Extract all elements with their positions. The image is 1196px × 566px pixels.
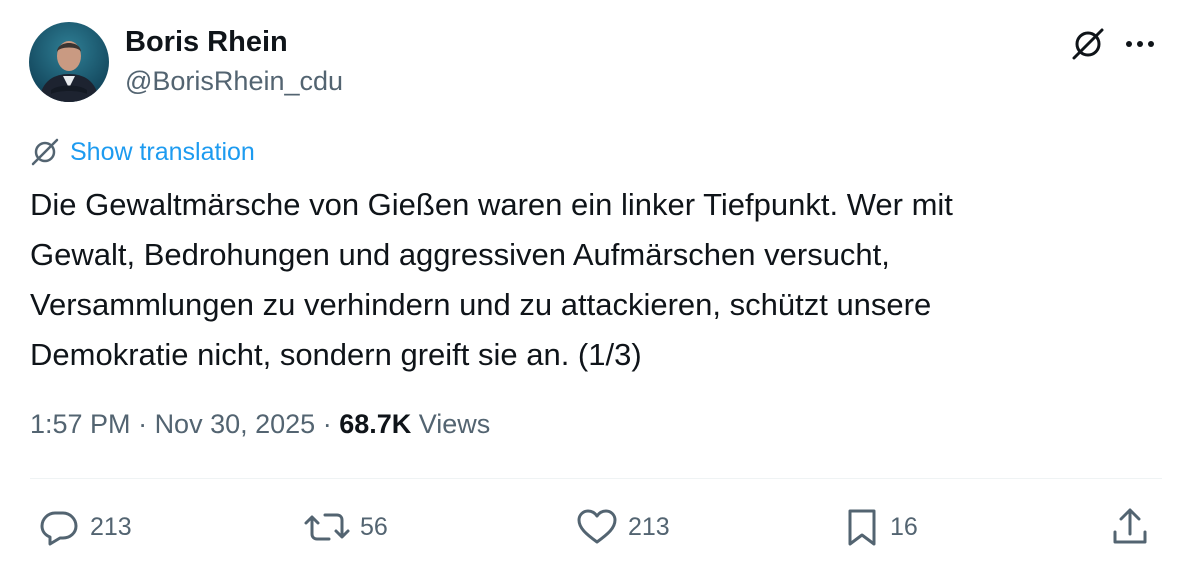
- share-button[interactable]: [1108, 504, 1152, 550]
- author-name[interactable]: Boris Rhein: [125, 24, 288, 60]
- like-button[interactable]: 213: [574, 504, 670, 550]
- share-icon: [1113, 508, 1147, 544]
- grok-button[interactable]: [1068, 24, 1108, 64]
- views-count[interactable]: 68.7K: [339, 409, 411, 439]
- translate-icon: [31, 138, 59, 166]
- views-label: Views: [411, 409, 491, 439]
- author-handle[interactable]: @BorisRhein_cdu: [125, 64, 343, 98]
- tweet-text: Die Gewaltmärsche von Gießen waren ein l…: [30, 180, 1150, 380]
- divider: [30, 478, 1162, 479]
- repost-button[interactable]: 56: [302, 504, 388, 550]
- tweet-line: Demokratie nicht, sondern greift sie an.…: [30, 337, 642, 372]
- reply-count: 213: [90, 512, 132, 541]
- reply-icon: [40, 511, 78, 546]
- tweet-line: Versammlungen zu verhindern und zu attac…: [30, 287, 932, 322]
- repost-count: 56: [360, 512, 388, 541]
- tweet-line: Gewalt, Bedrohungen und aggressiven Aufm…: [30, 237, 890, 272]
- avatar[interactable]: [29, 22, 109, 102]
- bookmark-button[interactable]: 16: [842, 504, 918, 550]
- like-count: 213: [628, 512, 670, 541]
- reply-button[interactable]: 213: [36, 504, 132, 550]
- more-icon: [1126, 41, 1154, 47]
- tweet-line: Die Gewaltmärsche von Gießen waren ein l…: [30, 187, 953, 222]
- meta-separator: ·: [130, 409, 155, 439]
- repost-icon: [304, 513, 350, 541]
- more-button[interactable]: [1120, 24, 1160, 64]
- bookmark-count: 16: [890, 512, 918, 541]
- bookmark-icon: [848, 509, 876, 546]
- show-translation-link[interactable]: Show translation: [30, 137, 255, 167]
- tweet-meta: 1:57 PM · Nov 30, 2025 · 68.7K Views: [30, 404, 490, 444]
- tweet-date[interactable]: Nov 30, 2025: [155, 409, 316, 439]
- show-translation-label: Show translation: [70, 137, 255, 166]
- tweet-time[interactable]: 1:57 PM: [30, 409, 131, 439]
- meta-separator: ·: [315, 409, 340, 439]
- like-icon: [577, 509, 617, 544]
- grok-icon: [1072, 28, 1104, 60]
